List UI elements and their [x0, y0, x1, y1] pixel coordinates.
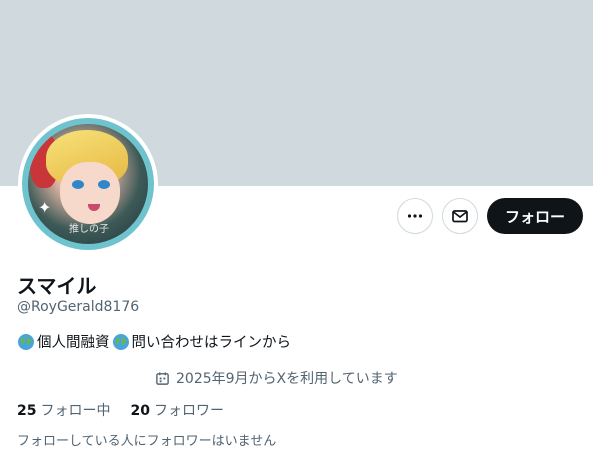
avatar[interactable]: ✦ 推しの子 — [18, 114, 158, 254]
bio: 個人間融資 問い合わせはラインから — [17, 331, 291, 352]
following-link[interactable]: 25 フォロー中 — [17, 400, 110, 420]
followers-you-know-note: フォローしている人にフォロワーはいません — [17, 434, 277, 449]
bio-text-2: 問い合わせはラインから — [131, 335, 292, 351]
following-count: 25 — [17, 403, 37, 419]
follow-button[interactable]: フォロー — [486, 198, 583, 234]
followers-label: フォロワー — [153, 403, 224, 419]
display-name: スマイル — [17, 274, 97, 298]
avatar-eye-right — [98, 180, 110, 189]
profile-actions: フォロー — [396, 198, 583, 234]
joined-date: 2025年9月からXを利用しています — [155, 368, 398, 388]
calendar-icon — [156, 371, 169, 385]
sparkle-icon: ✦ — [38, 198, 52, 217]
avatar-image: ✦ 推しの子 — [28, 124, 148, 244]
avatar-caption: 推しの子 — [69, 224, 109, 235]
avatar-face — [60, 162, 120, 224]
joined-text: 2025年9月からXを利用しています — [176, 371, 398, 387]
followers-link[interactable]: 20 フォロワー — [130, 400, 223, 420]
more-icon — [407, 214, 423, 218]
globe-icon — [112, 333, 129, 350]
avatar-eye-left — [72, 180, 84, 189]
avatar-ring: ✦ 推しの子 — [22, 118, 154, 250]
following-label: フォロー中 — [40, 403, 111, 419]
more-button[interactable] — [396, 198, 433, 234]
followers-count: 20 — [130, 403, 150, 419]
globe-icon — [18, 333, 34, 350]
message-icon — [452, 210, 468, 223]
handle: @RoyGerald8176 — [17, 299, 140, 315]
follow-stats: 25 フォロー中 20 フォロワー — [17, 400, 224, 420]
message-button[interactable] — [441, 198, 478, 234]
bio-text: 個人間融資 — [37, 335, 110, 351]
